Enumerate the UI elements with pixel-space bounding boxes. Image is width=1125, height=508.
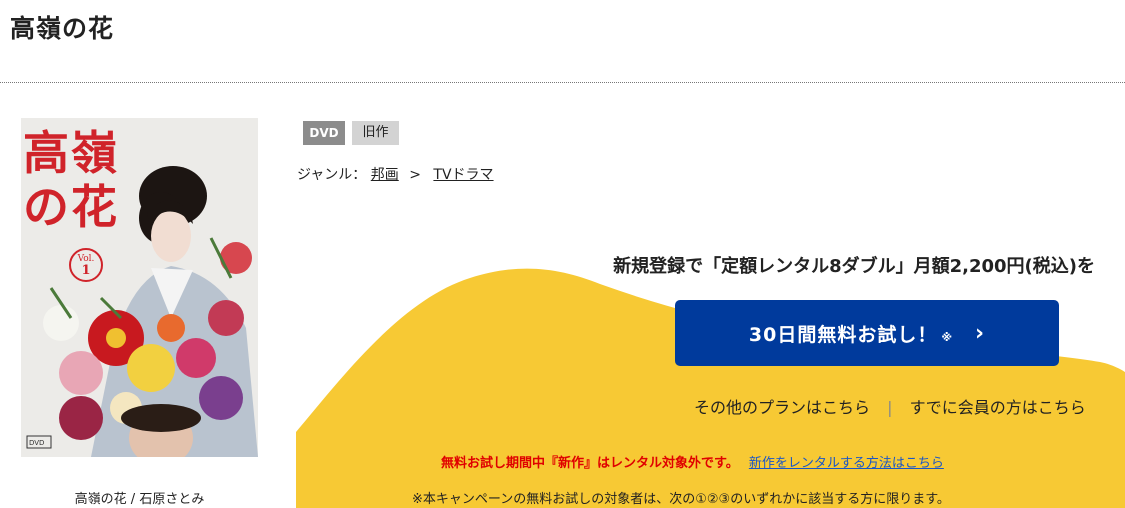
warning-text: 無料お試し期間中『新作』はレンタル対象外です。 <box>441 456 739 471</box>
genre-link-tvdrama[interactable]: TVドラマ <box>433 167 493 183</box>
new-release-warning: 無料お試し期間中『新作』はレンタル対象外です。 新作をレンタルする方法はこちら <box>441 452 944 471</box>
breadcrumb-separator: > <box>409 167 421 183</box>
member-login-link[interactable]: すでに会員の方はこちら <box>910 398 1086 417</box>
svg-text:DVD: DVD <box>29 439 44 447</box>
promo-headline: 新規登録で「定額レンタル8ダブル」月額2,200円(税込)を <box>613 256 1095 277</box>
free-trial-button[interactable]: 30日間無料お試し！ ※ › <box>675 300 1059 366</box>
chevron-right-icon: › <box>975 320 986 346</box>
jacket-title: 高嶺の花 <box>23 126 119 234</box>
jacket-vol-number: 1 <box>81 263 91 278</box>
genre-breadcrumb: ジャンル： 邦画 > TVドラマ <box>297 164 494 184</box>
campaign-notice: ※本キャンペーンの無料お試しの対象者は、次の①②③のいずれかに該当する方に限りま… <box>412 492 950 507</box>
jacket-volume-badge: Vol. 1 <box>69 248 103 282</box>
genre-label: ジャンル： <box>297 167 367 183</box>
new-release-rental-link[interactable]: 新作をレンタルする方法はこちら <box>749 456 944 471</box>
header-divider <box>0 82 1125 83</box>
plan-links: その他のプランはこちら | すでに会員の方はこちら <box>694 394 1086 418</box>
free-trial-label: 30日間無料お試し！ <box>748 323 938 346</box>
dvd-jacket-image[interactable]: DVD 高嶺の花 Vol. 1 <box>21 118 258 457</box>
links-separator: | <box>887 398 893 417</box>
format-badge: DVD <box>303 121 345 145</box>
free-trial-note-mark: ※ <box>941 330 954 344</box>
jacket-caption: 高嶺の花 / 石原さとみ <box>74 492 205 507</box>
other-plans-link[interactable]: その他のプランはこちら <box>694 398 870 417</box>
genre-link-hoga[interactable]: 邦画 <box>371 167 399 183</box>
page-title: 高嶺の花 <box>10 14 115 43</box>
release-badge: 旧作 <box>352 121 399 145</box>
